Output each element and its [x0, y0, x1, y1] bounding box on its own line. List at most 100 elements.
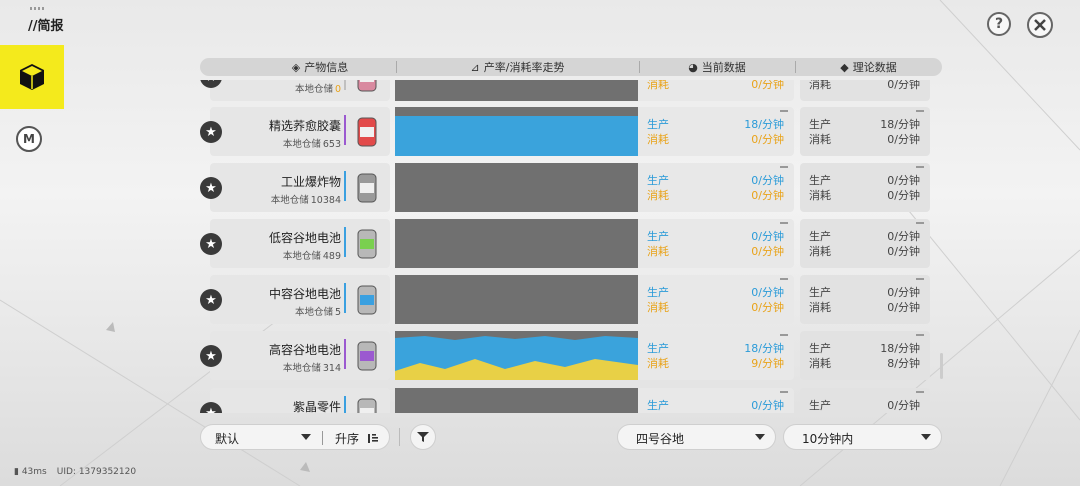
pie-icon: ◕ [688, 60, 698, 74]
favorite-star-icon[interactable]: ★ [200, 121, 222, 143]
production-rate: 0/分钟 [887, 399, 920, 412]
product-row[interactable]: 紫晶零件本地仓储★生产0/分钟消耗生产0/分钟消耗 [190, 388, 950, 413]
table-header: ◈ 产物信息 ⊿ 产率/消耗率走势 ◕ 当前数据 ◆ 理论数据 [200, 58, 942, 76]
production-label: 生产 [647, 118, 669, 131]
production-rate: 0/分钟 [887, 230, 920, 243]
product-row[interactable]: 本地仓储0★生产消耗0/分钟生产消耗0/分钟 [190, 80, 950, 102]
uid-label: UID: 1379352120 [56, 467, 137, 477]
consumption-label: 消耗 [809, 301, 831, 314]
current-data-card: 生产 0/分钟 消耗 0/分钟 [638, 275, 794, 324]
production-rate: 18/分钟 [880, 342, 920, 355]
product-icon [350, 169, 384, 207]
consumption-rate: 0/分钟 [887, 245, 920, 258]
product-name: 精选荞愈胶囊 [268, 119, 341, 133]
consumption-rate: 0/分钟 [887, 301, 920, 314]
category-marker [344, 339, 346, 369]
product-row[interactable]: 工业爆炸物 本地仓储 10384 ★ 生产 0/分钟 消耗 0/分钟 生产 0/分钟 消耗 0/分钟 [190, 163, 950, 213]
production-label: 生产 [647, 342, 669, 355]
consumption-label: 消耗 [647, 189, 669, 202]
theory-data-card: 生产 0/分钟消耗 [800, 388, 930, 413]
consumption-rate: 9/分钟 [751, 357, 784, 370]
status-bar: ▮ 43ms UID: 1379352120 [14, 467, 136, 477]
trend-chart [395, 163, 638, 212]
consumption-rate: 0/分钟 [887, 80, 920, 91]
filter-button[interactable] [410, 424, 436, 450]
production-rate: 0/分钟 [751, 174, 784, 187]
close-icon [1034, 19, 1046, 31]
chevron-down-icon [301, 434, 311, 440]
product-row[interactable]: 中容谷地电池 本地仓储 5 ★ 生产 0/分钟 消耗 0/分钟 生产 0/分钟 消耗 0/分钟 [190, 275, 950, 325]
sort-mode-select[interactable]: 默认 [215, 430, 239, 447]
production-label: 生产 [647, 174, 669, 187]
category-marker [344, 115, 346, 145]
stock-info: 本地仓储 653 [282, 139, 341, 150]
ping-indicator: ▮ 43ms [14, 467, 47, 477]
category-marker [344, 171, 346, 201]
production-area [395, 116, 638, 156]
consumption-rate: 0/分钟 [887, 133, 920, 146]
consumption-label: 消耗 [647, 357, 669, 370]
consumption-label: 消耗 [647, 80, 669, 91]
nav-overview-tab[interactable] [0, 45, 64, 109]
favorite-star-icon[interactable]: ★ [200, 233, 222, 255]
stock-info: 本地仓储 5 [294, 307, 341, 318]
production-label: 生产 [809, 174, 831, 187]
product-name: 紫晶零件 [292, 400, 341, 413]
sort-ascending-icon [368, 434, 378, 443]
product-icon [350, 80, 384, 96]
chevron-down-icon [921, 434, 931, 440]
consumption-rate: 0/分钟 [751, 133, 784, 146]
help-button[interactable]: ? [987, 12, 1011, 36]
production-label: 生产 [809, 286, 831, 299]
product-info-card: 紫晶零件本地仓储 [210, 388, 390, 413]
production-label: 生产 [647, 286, 669, 299]
time-range-select[interactable]: 10分钟内 [783, 424, 942, 450]
sort-order-toggle[interactable]: 升序 [335, 430, 359, 447]
production-label: 生产 [809, 342, 831, 355]
chart-icon: ⊿ [470, 60, 480, 74]
region-select[interactable]: 四号谷地 [617, 424, 776, 450]
consumption-label: 消耗 [647, 301, 669, 314]
production-label: 生产 [809, 230, 831, 243]
production-label: 生产 [647, 230, 669, 243]
stock-info: 本地仓储 10384 [270, 195, 341, 206]
production-label: 生产 [647, 399, 669, 412]
theory-data-card: 生产 0/分钟 消耗 0/分钟 [800, 219, 930, 268]
theory-data-card: 生产 0/分钟 消耗 0/分钟 [800, 275, 930, 324]
theory-data-card: 生产 18/分钟 消耗 0/分钟 [800, 107, 930, 156]
product-row[interactable]: 精选荞愈胶囊 本地仓储 653 ★ 生产 18/分钟 消耗 0/分钟 生产 18/分钟 消耗 0/分钟 [190, 107, 950, 157]
current-data-card: 生产 0/分钟 消耗 0/分钟 [638, 219, 794, 268]
product-name: 高容谷地电池 [268, 343, 341, 357]
favorite-star-icon[interactable]: ★ [200, 177, 222, 199]
close-button[interactable] [1027, 12, 1053, 38]
consumption-label: 消耗 [647, 133, 669, 146]
current-data-card: 生产 18/分钟消耗 9/分钟 [638, 331, 794, 380]
current-data-card: 生产 18/分钟消耗 0/分钟 [638, 107, 794, 156]
trend-chart [395, 80, 638, 101]
trend-chart [395, 107, 638, 156]
nav-secondary-tab[interactable]: M [16, 126, 42, 152]
theory-data-card: 生产 0/分钟 消耗 0/分钟 [800, 163, 930, 212]
product-info-card: 高容谷地电池 本地仓储 314 [210, 331, 390, 380]
category-marker [344, 283, 346, 313]
product-row[interactable]: 高容谷地电池 本地仓储 314 ★ 生产 18/分钟 消耗 9/分钟 生产 18/分钟 消耗 8/分钟 [190, 331, 950, 381]
consumption-rate: 8/分钟 [887, 357, 920, 370]
favorite-star-icon[interactable]: ★ [200, 289, 222, 311]
production-rate: 0/分钟 [751, 230, 784, 243]
product-list[interactable]: 本地仓储0★生产消耗0/分钟生产消耗0/分钟精选荞愈胶囊本地仓储653★生产18… [190, 80, 950, 413]
product-row[interactable]: 低容谷地电池 本地仓储 489 ★ 生产 0/分钟 消耗 0/分钟 生产 0/分钟 消耗 0/分钟 [190, 219, 950, 269]
list-scrollbar[interactable] [940, 353, 943, 379]
category-marker [344, 80, 346, 90]
question-icon: ? [994, 16, 1004, 32]
consumption-rate: 0/分钟 [887, 189, 920, 202]
consumption-label: 消耗 [809, 412, 831, 413]
current-data-card: 生产 0/分钟 消耗 0/分钟 [638, 163, 794, 212]
production-rate: 18/分钟 [744, 342, 784, 355]
favorite-star-icon[interactable]: ★ [200, 345, 222, 367]
production-rate: 18/分钟 [744, 118, 784, 131]
product-name: 中容谷地电池 [268, 287, 341, 301]
sort-control[interactable]: 默认 升序 [200, 424, 390, 450]
header-current: ◕ 当前数据 [688, 60, 746, 75]
page-title: //简报 [28, 19, 64, 34]
production-rate: 18/分钟 [880, 118, 920, 131]
